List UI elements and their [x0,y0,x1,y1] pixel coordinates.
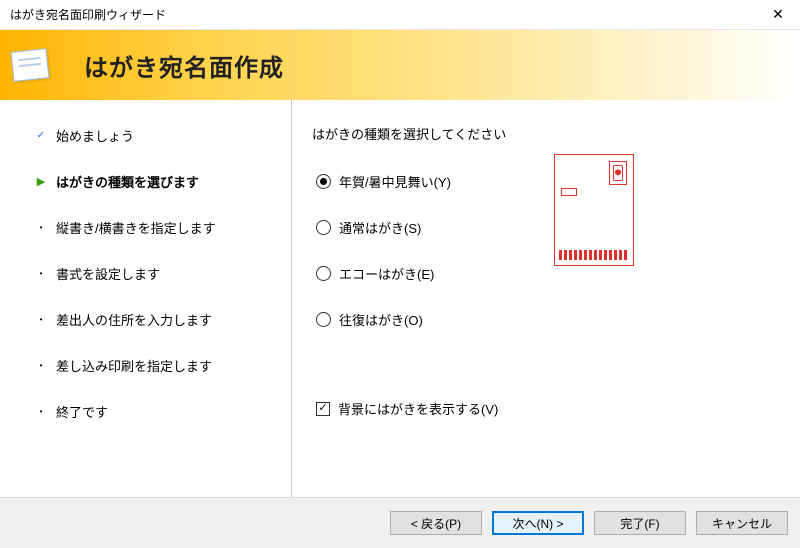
show-background-checkbox[interactable]: ✓ 背景にはがきを表示する(V) [312,399,572,418]
option-label: 往復はがき(O) [339,310,423,329]
wizard-body: ✓ 始めましょう ▶ はがきの種類を選びます • 縦書き/横書きを指定します •… [0,100,800,497]
step-sender: • 差出人の住所を入力します [34,308,283,330]
content-heading: はがきの種類を選択してください [312,124,572,143]
dot-icon: • [34,269,48,278]
postcard-preview [554,154,634,266]
radio-icon [316,220,331,235]
option-label: 通常はがき(S) [339,218,421,237]
finish-button[interactable]: 完了(F) [594,511,686,535]
wizard-title: はがき宛名面作成 [84,48,284,83]
checkbox-label: 背景にはがきを表示する(V) [338,399,498,418]
stamp-icon [609,161,627,185]
option-label: エコーはがき(E) [339,264,434,283]
radio-icon [316,312,331,327]
step-label: 終了です [56,402,108,421]
step-start: ✓ 始めましょう [34,124,283,146]
option-echo[interactable]: エコーはがき(E) [312,263,572,283]
check-icon: ✓ [34,130,48,141]
radio-icon [316,174,331,189]
postcard-icon [11,48,50,82]
step-mailmerge: • 差し込み印刷を指定します [34,354,283,376]
title-bar: はがき宛名面印刷ウィザード ✕ [0,0,800,30]
wizard-header: はがき宛名面作成 [0,30,800,100]
next-button[interactable]: 次へ(N) > [492,511,584,535]
step-label: 書式を設定します [56,264,160,283]
radio-icon [316,266,331,281]
step-select-type: ▶ はがきの種類を選びます [34,170,283,192]
wizard-content: はがきの種類を選択してください 年賀/暑中見舞い(Y) 通常はがき(S) エコー… [292,100,800,497]
postcard-footer-strip [559,250,629,260]
step-label: 差出人の住所を入力します [56,310,212,329]
wizard-steps: ✓ 始めましょう ▶ はがきの種類を選びます • 縦書き/横書きを指定します •… [0,100,292,497]
option-normal[interactable]: 通常はがき(S) [312,217,572,237]
dot-icon: • [34,223,48,232]
dot-icon: • [34,315,48,324]
cancel-button[interactable]: キャンセル [696,511,788,535]
option-nenga[interactable]: 年賀/暑中見舞い(Y) [312,171,572,191]
step-label: はがきの種類を選びます [56,172,199,191]
step-label: 縦書き/横書きを指定します [56,218,216,237]
back-button[interactable]: < 戻る(P) [390,511,482,535]
window-title: はがき宛名面印刷ウィザード [10,6,756,23]
wizard-button-bar: < 戻る(P) 次へ(N) > 完了(F) キャンセル [0,497,800,548]
checkbox-icon: ✓ [316,402,330,416]
postal-code-box [561,188,577,196]
step-orientation: • 縦書き/横書きを指定します [34,216,283,238]
dot-icon: • [34,361,48,370]
arrow-icon: ▶ [34,175,48,188]
step-finish: • 終了です [34,400,283,422]
close-icon: ✕ [772,6,784,23]
close-button[interactable]: ✕ [756,0,800,30]
step-label: 差し込み印刷を指定します [56,356,212,375]
step-format: • 書式を設定します [34,262,283,284]
step-label: 始めましょう [56,126,134,145]
option-reply[interactable]: 往復はがき(O) [312,309,572,329]
option-label: 年賀/暑中見舞い(Y) [339,172,451,191]
dot-icon: • [34,407,48,416]
